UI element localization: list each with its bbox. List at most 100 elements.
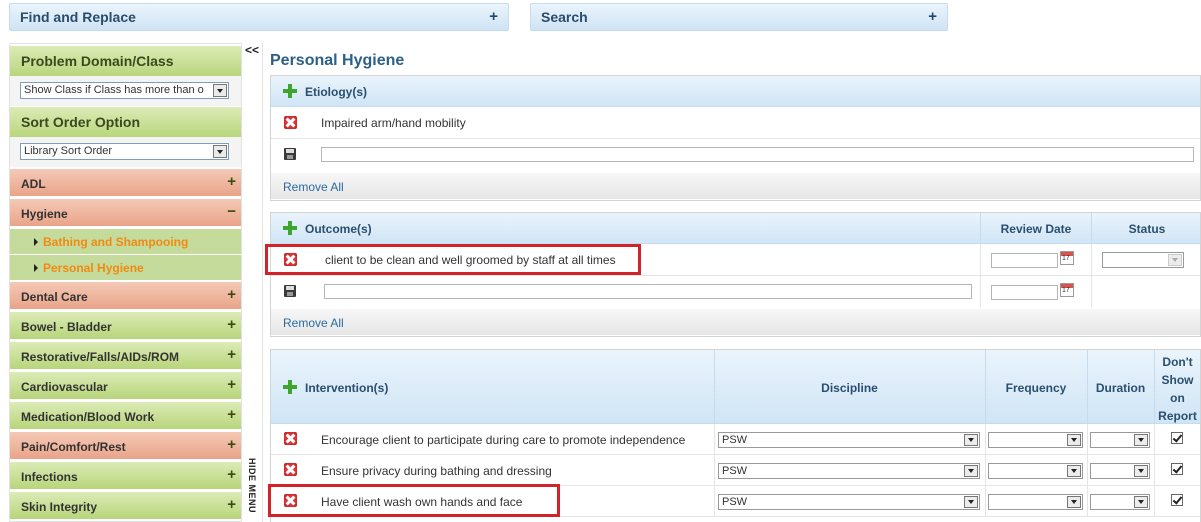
- sidebar-item-medication[interactable]: Medication/Blood Work +: [10, 402, 241, 430]
- plus-icon[interactable]: +: [928, 8, 937, 25]
- dont-show-header-line: on: [1170, 391, 1185, 405]
- expand-icon[interactable]: +: [227, 316, 236, 333]
- frequency-select[interactable]: [988, 494, 1083, 510]
- column-divider: [985, 424, 986, 455]
- problem-domain-select[interactable]: Show Class if Class has more than o: [20, 82, 229, 99]
- add-icon[interactable]: [283, 84, 297, 98]
- sidebar-item-hygiene[interactable]: Hygiene −: [10, 199, 241, 227]
- delete-icon[interactable]: [284, 463, 297, 476]
- sidebar-item-label: Skin Integrity: [21, 500, 98, 514]
- frequency-column-header: Frequency: [1005, 381, 1067, 395]
- etiology-header: Etiology(s): [271, 76, 1200, 107]
- expand-icon[interactable]: +: [227, 436, 236, 453]
- sidebar-subitem-personal-hygiene[interactable]: Personal Hygiene: [10, 255, 241, 281]
- chevron-down-icon[interactable]: [1067, 465, 1081, 477]
- sidebar-item-label: Pain/Comfort/Rest: [21, 440, 126, 454]
- sort-order-select[interactable]: Library Sort Order: [20, 143, 229, 160]
- save-icon[interactable]: [284, 285, 296, 297]
- intervention-header: Intervention(s) Discipline Frequency Dur…: [271, 350, 1200, 424]
- column-divider: [1091, 276, 1092, 307]
- chevron-down-icon[interactable]: [1134, 496, 1148, 508]
- etiology-new-row: [271, 139, 1200, 171]
- column-divider: [1087, 424, 1088, 455]
- add-icon[interactable]: [283, 380, 297, 394]
- dont-show-header-line: Report: [1158, 409, 1197, 423]
- chevron-down-icon[interactable]: [1134, 434, 1148, 446]
- etiology-remove-all-link[interactable]: Remove All: [271, 173, 1200, 199]
- expand-icon[interactable]: +: [227, 466, 236, 483]
- sidebar: Problem Domain/Class Show Class if Class…: [9, 43, 242, 522]
- problem-domain-band: Show Class if Class has more than o: [10, 76, 241, 106]
- duration-select[interactable]: [1090, 494, 1150, 510]
- status-column-header: Status: [1128, 222, 1166, 236]
- sidebar-item-skin-integrity[interactable]: Skin Integrity +: [10, 492, 241, 520]
- frequency-select[interactable]: [988, 432, 1083, 448]
- highlight-box: [265, 244, 641, 275]
- sidebar-item-pain[interactable]: Pain/Comfort/Rest +: [10, 432, 241, 460]
- discipline-select[interactable]: PSW: [718, 432, 980, 448]
- outcome-remove-all-link[interactable]: Remove All: [271, 309, 1200, 335]
- calendar-icon[interactable]: [1060, 283, 1074, 297]
- delete-icon[interactable]: [284, 116, 297, 129]
- chevron-down-icon[interactable]: [213, 145, 227, 158]
- discipline-select[interactable]: PSW: [718, 494, 980, 510]
- collapse-menu-button[interactable]: <<: [245, 43, 259, 57]
- expand-icon[interactable]: +: [227, 286, 236, 303]
- sidebar-item-label: ADL: [21, 177, 46, 191]
- sidebar-item-cardiovascular[interactable]: Cardiovascular +: [10, 372, 241, 400]
- expand-icon[interactable]: +: [227, 346, 236, 363]
- dont-show-checkbox[interactable]: [1171, 494, 1183, 506]
- calendar-icon[interactable]: [1060, 251, 1074, 265]
- sidebar-item-label: Bowel - Bladder: [21, 320, 112, 334]
- duration-select[interactable]: [1090, 463, 1150, 479]
- etiology-section: Etiology(s) Impaired arm/hand mobility R…: [270, 75, 1201, 201]
- column-divider: [1154, 455, 1155, 486]
- column-divider: [1154, 424, 1155, 455]
- chevron-down-icon[interactable]: [213, 84, 227, 97]
- chevron-down-icon[interactable]: [964, 465, 978, 477]
- frequency-select[interactable]: [988, 463, 1083, 479]
- page-title: Personal Hygiene: [270, 52, 405, 69]
- expand-icon[interactable]: +: [227, 173, 236, 190]
- highlight-box: [268, 484, 560, 517]
- chevron-down-icon[interactable]: [964, 496, 978, 508]
- sidebar-item-infections[interactable]: Infections +: [10, 462, 241, 490]
- search-bar[interactable]: Search +: [530, 3, 948, 31]
- column-divider: [985, 455, 986, 486]
- review-date-input[interactable]: [991, 285, 1058, 300]
- chevron-down-icon[interactable]: [964, 434, 978, 446]
- discipline-select-value: PSW: [722, 434, 748, 446]
- add-icon[interactable]: [283, 221, 297, 235]
- expand-icon[interactable]: +: [227, 406, 236, 423]
- review-date-input[interactable]: [991, 253, 1058, 268]
- sidebar-item-restorative[interactable]: Restorative/Falls/AIDs/ROM +: [10, 342, 241, 370]
- delete-icon[interactable]: [284, 432, 297, 445]
- outcome-new-row: [271, 276, 1200, 307]
- find-replace-bar[interactable]: Find and Replace +: [9, 3, 509, 31]
- expand-icon[interactable]: +: [227, 376, 236, 393]
- duration-select[interactable]: [1090, 432, 1150, 448]
- status-select[interactable]: [1102, 252, 1184, 268]
- save-icon[interactable]: [284, 148, 296, 160]
- chevron-down-icon[interactable]: [1067, 434, 1081, 446]
- etiology-new-input[interactable]: [321, 147, 1194, 162]
- dont-show-checkbox[interactable]: [1171, 432, 1183, 444]
- hide-menu-toggle[interactable]: HIDE MENU: [243, 458, 257, 513]
- sidebar-item-adl[interactable]: ADL +: [10, 169, 241, 197]
- plus-icon[interactable]: +: [489, 8, 498, 25]
- chevron-down-icon[interactable]: [1067, 496, 1081, 508]
- dont-show-checkbox[interactable]: [1171, 463, 1183, 475]
- sidebar-subitem-bathing[interactable]: Bathing and Shampooing: [10, 229, 241, 255]
- sidebar-item-label: Medication/Blood Work: [21, 410, 155, 424]
- collapse-icon[interactable]: −: [227, 203, 236, 220]
- column-divider: [1091, 244, 1092, 276]
- outcome-new-input[interactable]: [324, 284, 972, 299]
- sidebar-item-dental-care[interactable]: Dental Care +: [10, 282, 241, 310]
- chevron-down-icon[interactable]: [1168, 254, 1182, 266]
- chevron-down-icon[interactable]: [1134, 465, 1148, 477]
- sidebar-item-bowel-bladder[interactable]: Bowel - Bladder +: [10, 312, 241, 340]
- sort-order-select-value: Library Sort Order: [24, 145, 113, 157]
- intervention-text: Encourage client to participate during c…: [321, 433, 686, 447]
- discipline-select[interactable]: PSW: [718, 463, 980, 479]
- expand-icon[interactable]: +: [227, 496, 236, 513]
